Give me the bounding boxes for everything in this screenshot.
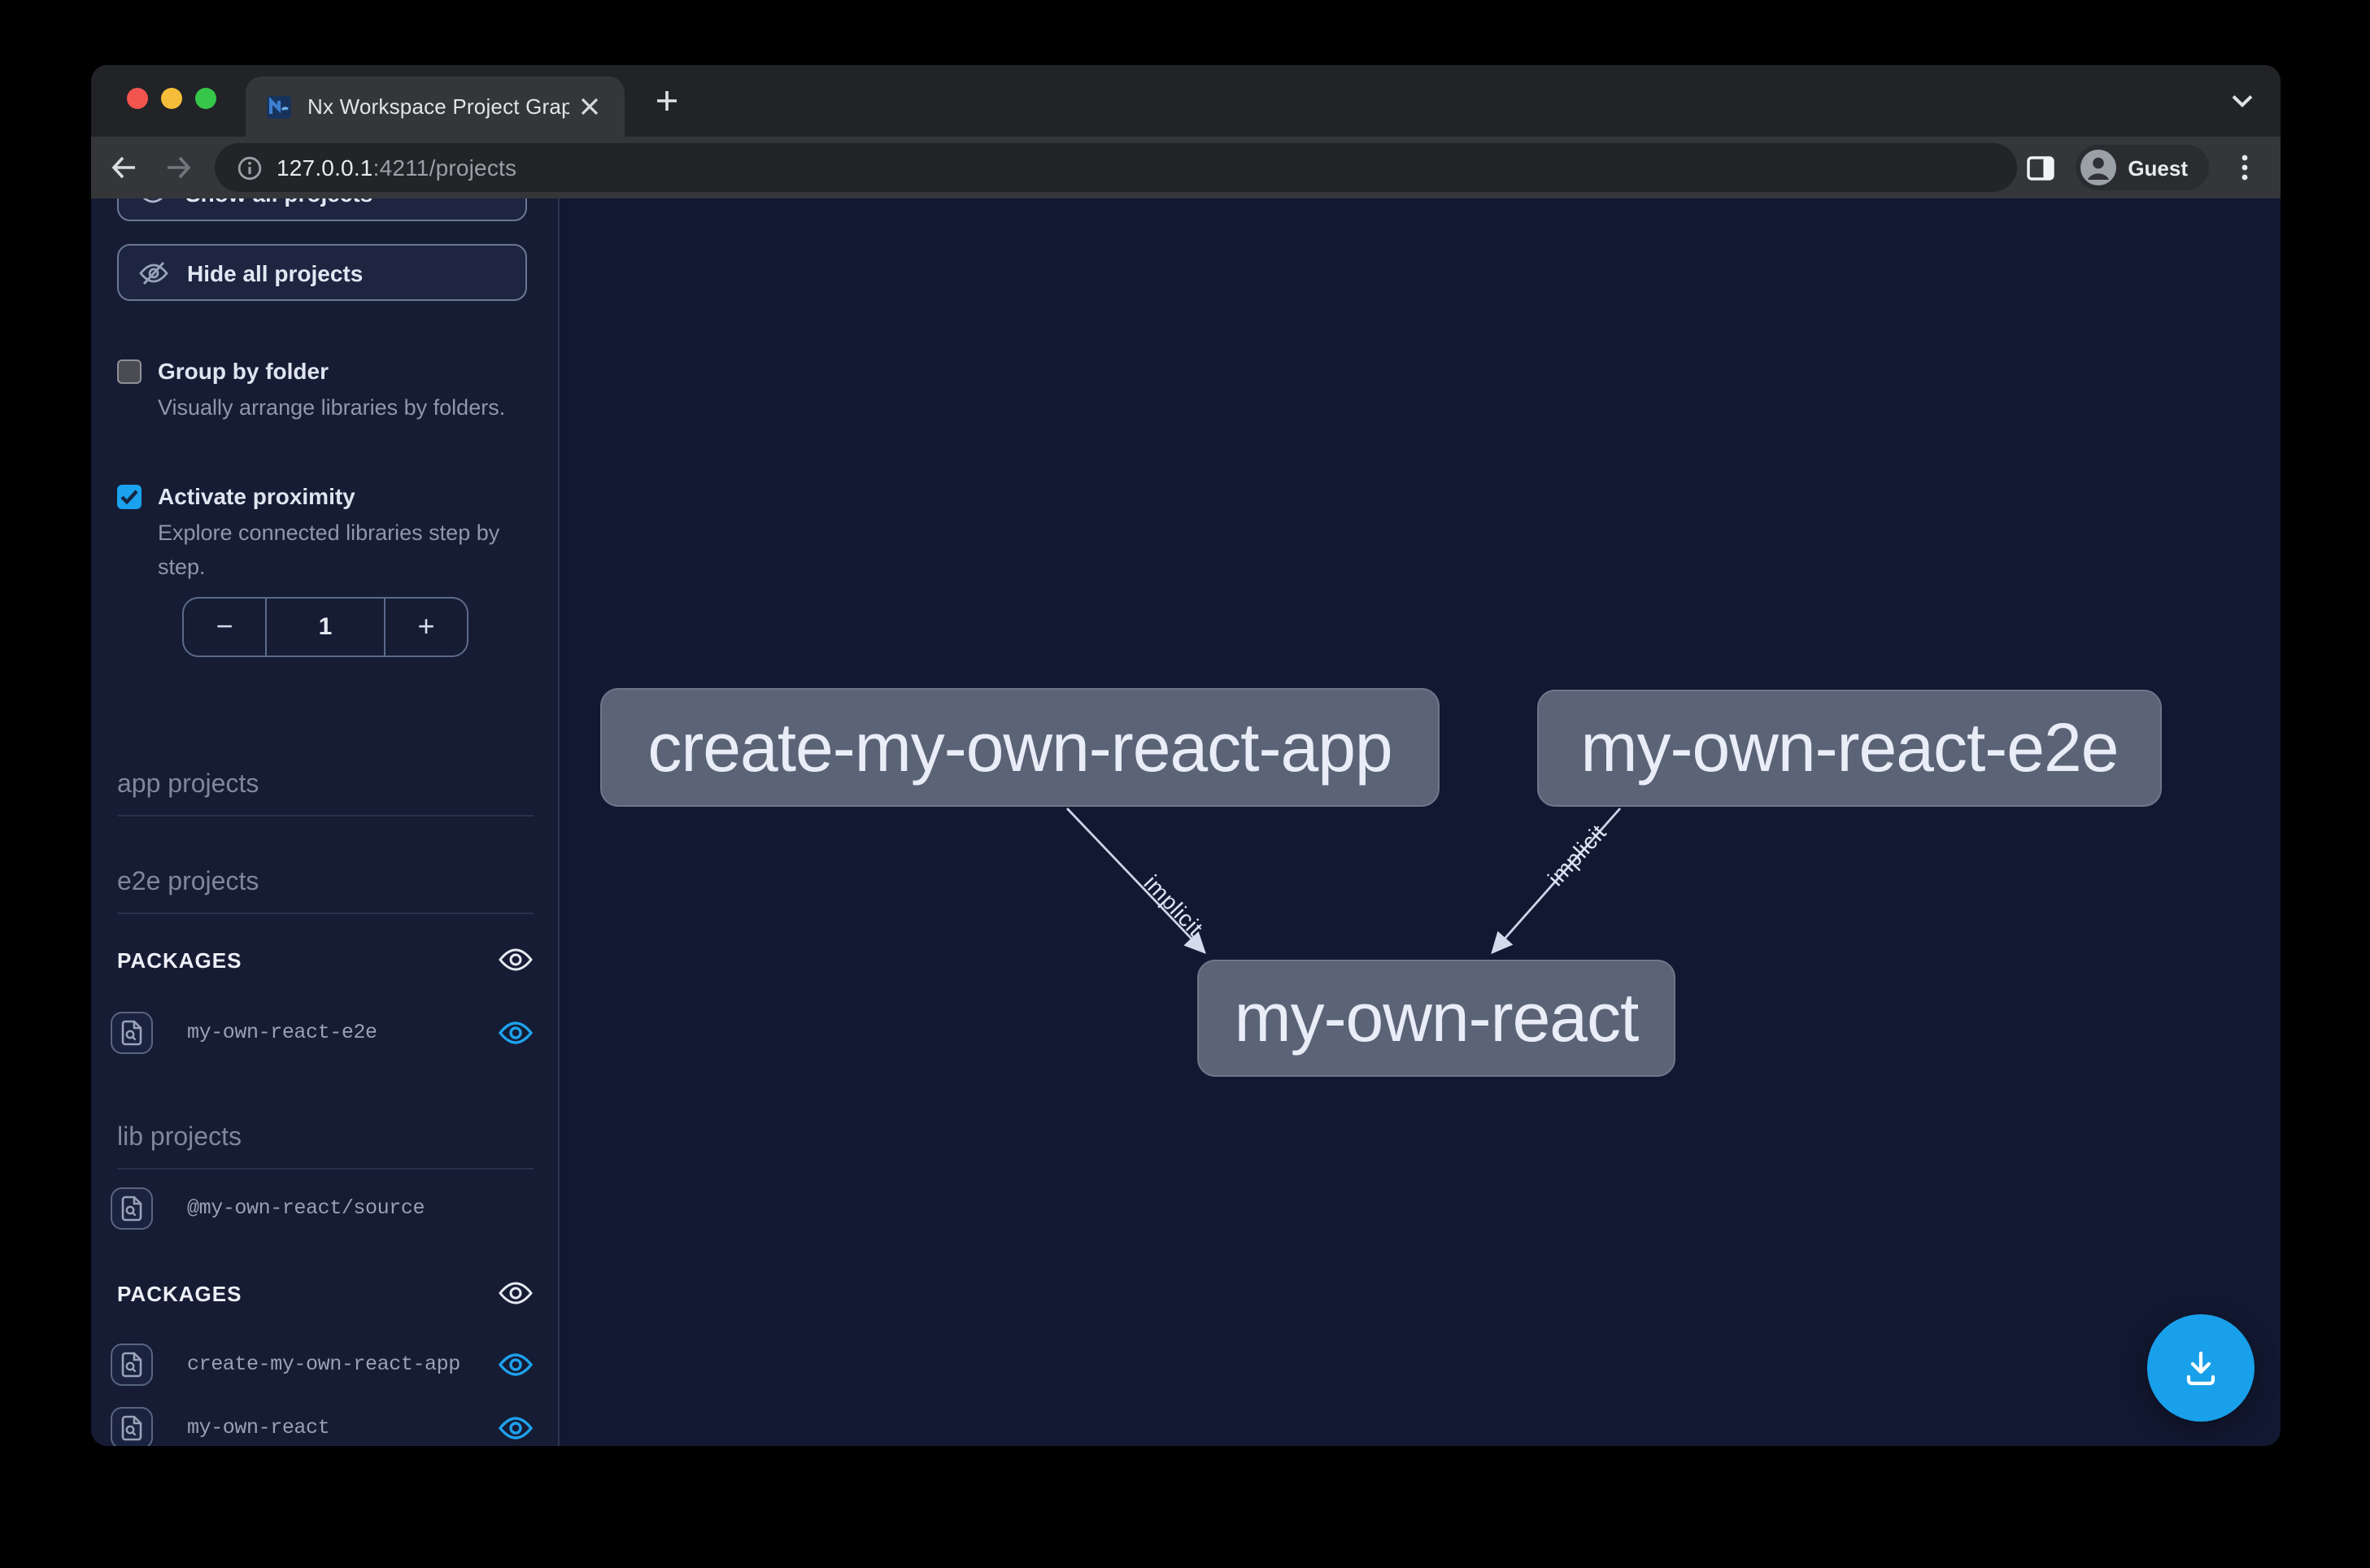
browser-tab[interactable]: Nx Workspace Project Graph bbox=[246, 76, 625, 137]
group-by-folder-checkbox[interactable] bbox=[117, 359, 142, 384]
proximity-stepper: − 1 + bbox=[182, 597, 468, 657]
node-label: my-own-react bbox=[1235, 979, 1639, 1057]
project-list-item: @my-own-react/source bbox=[111, 1187, 534, 1230]
profile-label: Guest bbox=[2128, 155, 2188, 180]
group-by-folder-description: Visually arrange libraries by folders. bbox=[158, 390, 540, 425]
fullscreen-window-button[interactable] bbox=[195, 88, 216, 109]
focus-project-button[interactable] bbox=[111, 1344, 153, 1386]
project-name[interactable]: @my-own-react/source bbox=[187, 1197, 534, 1220]
hide-all-projects-button[interactable]: Hide all projects bbox=[117, 244, 527, 301]
node-label: my-own-react-e2e bbox=[1581, 709, 2119, 787]
new-tab-icon[interactable] bbox=[647, 81, 686, 120]
nx-logo-favicon bbox=[267, 94, 293, 120]
browser-window: Nx Workspace Project Graph bbox=[91, 65, 2281, 1446]
focus-project-button[interactable] bbox=[111, 1012, 153, 1054]
focus-project-button[interactable] bbox=[111, 1187, 153, 1230]
node-label: create-my-own-react-app bbox=[647, 708, 1392, 786]
packages-header: PACKAGES bbox=[117, 1281, 498, 1305]
desktop-background: Nx Workspace Project Graph bbox=[0, 0, 2370, 1568]
e2e-projects-header: e2e projects bbox=[117, 869, 259, 898]
edge-label-implicit: implicit bbox=[1543, 820, 1611, 891]
project-list-item: create-my-own-react-app bbox=[111, 1344, 534, 1386]
project-graph-canvas[interactable]: implicit implicit create-my-own-react-ap… bbox=[560, 198, 2281, 1446]
project-visibility-eye-icon[interactable] bbox=[498, 1352, 534, 1378]
proximity-value: 1 bbox=[265, 599, 386, 656]
proximity-increment-button[interactable]: + bbox=[386, 599, 467, 656]
hide-all-projects-label: Hide all projects bbox=[187, 259, 363, 285]
activate-proximity-description: Explore connected libraries step by step… bbox=[158, 516, 540, 584]
proximity-decrement-button[interactable]: − bbox=[184, 599, 265, 656]
eye-off-icon bbox=[138, 259, 169, 285]
browser-toolbar: 127.0.0.1:4211/projects bbox=[91, 137, 2281, 198]
address-bar[interactable]: 127.0.0.1:4211/projects bbox=[215, 143, 2017, 192]
lib-projects-header: lib projects bbox=[117, 1124, 242, 1153]
project-name[interactable]: create-my-own-react-app bbox=[187, 1353, 498, 1376]
back-icon[interactable] bbox=[104, 148, 143, 187]
close-window-button[interactable] bbox=[127, 88, 148, 109]
download-icon bbox=[2180, 1347, 2222, 1389]
toggle-all-packages-eye-icon[interactable] bbox=[498, 947, 534, 973]
forward-icon[interactable] bbox=[159, 148, 198, 187]
project-list-item: my-own-react-e2e bbox=[111, 1012, 534, 1054]
project-name[interactable]: my-own-react-e2e bbox=[187, 1021, 498, 1044]
group-by-folder-label: Group by folder bbox=[158, 356, 540, 387]
avatar-icon bbox=[2080, 150, 2116, 185]
toggle-all-packages-eye-icon[interactable] bbox=[498, 1280, 534, 1306]
download-graph-button[interactable] bbox=[2147, 1314, 2255, 1422]
side-panel-icon[interactable] bbox=[2020, 148, 2059, 187]
project-graph-sidebar: Show all projects Hide all projects bbox=[91, 198, 560, 1446]
project-list-item: my-own-react bbox=[111, 1407, 534, 1446]
tab-strip: Nx Workspace Project Graph bbox=[91, 65, 2281, 137]
window-controls bbox=[127, 88, 216, 109]
graph-node-create-my-own-react-app[interactable]: create-my-own-react-app bbox=[600, 688, 1440, 807]
close-tab-icon[interactable] bbox=[569, 87, 608, 126]
show-all-projects-label: Show all projects bbox=[185, 198, 372, 207]
focus-project-button[interactable] bbox=[111, 1407, 153, 1446]
graph-edges: implicit implicit bbox=[560, 198, 2281, 1446]
site-info-icon[interactable] bbox=[237, 155, 262, 180]
project-name[interactable]: my-own-react bbox=[187, 1417, 498, 1440]
project-visibility-eye-icon[interactable] bbox=[498, 1415, 534, 1441]
edge-label-implicit: implicit bbox=[1139, 870, 1209, 941]
project-visibility-eye-icon[interactable] bbox=[498, 1020, 534, 1046]
app-projects-header: app projects bbox=[117, 771, 259, 800]
graph-node-my-own-react[interactable]: my-own-react bbox=[1197, 960, 1675, 1077]
tab-search-chevron-icon[interactable] bbox=[2222, 81, 2261, 120]
minimize-window-button[interactable] bbox=[161, 88, 182, 109]
check-icon bbox=[120, 490, 138, 504]
tab-title: Nx Workspace Project Graph bbox=[307, 94, 569, 119]
show-all-projects-button[interactable]: Show all projects bbox=[117, 198, 527, 221]
browser-menu-icon[interactable] bbox=[2225, 148, 2264, 187]
activate-proximity-checkbox[interactable] bbox=[117, 485, 142, 509]
eye-icon bbox=[138, 198, 168, 205]
graph-node-my-own-react-e2e[interactable]: my-own-react-e2e bbox=[1537, 690, 2162, 807]
profile-button[interactable]: Guest bbox=[2076, 145, 2209, 190]
activate-proximity-label: Activate proximity bbox=[158, 481, 540, 512]
packages-header: PACKAGES bbox=[117, 947, 498, 972]
url-text: 127.0.0.1:4211/projects bbox=[277, 155, 516, 181]
